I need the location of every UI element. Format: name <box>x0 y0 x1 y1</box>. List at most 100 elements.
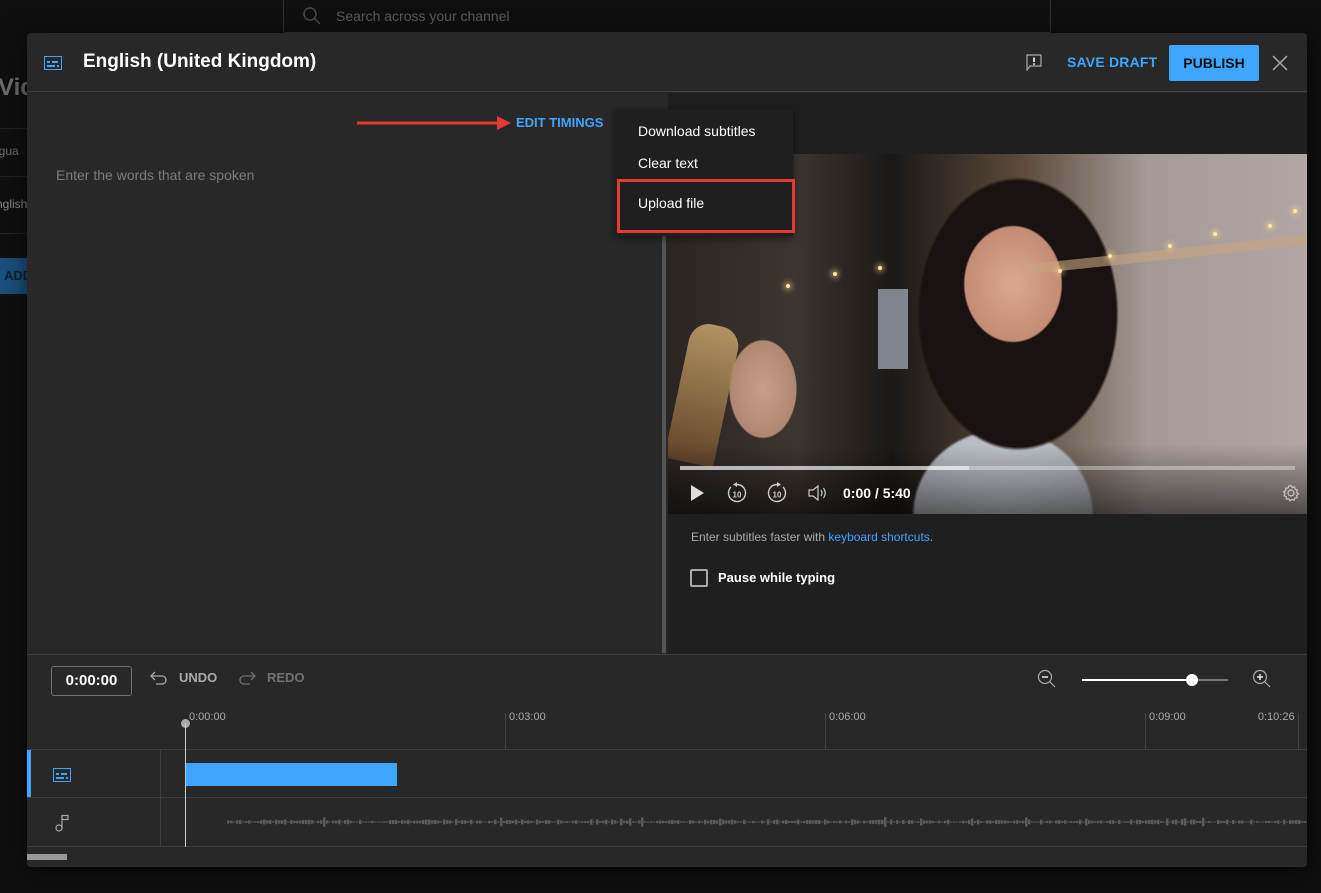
publish-button[interactable]: PUBLISH <box>1169 45 1259 81</box>
zoom-slider-thumb[interactable] <box>1185 674 1198 686</box>
hint-text: Enter subtitles faster with <box>691 530 829 544</box>
save-draft-button[interactable]: SAVE DRAFT <box>1059 47 1165 77</box>
waveform-bar <box>812 820 815 824</box>
waveform-bar <box>770 821 773 823</box>
timeline-zoom-slider[interactable] <box>1082 674 1228 686</box>
waveform-bar <box>302 820 305 824</box>
waveform-bar <box>362 821 365 823</box>
waveform-bar <box>902 819 905 825</box>
subtitle-track[interactable] <box>27 749 1307 798</box>
waveform-bar <box>446 820 449 824</box>
rewind-10-button[interactable]: 10 <box>724 481 750 505</box>
waveform-bar <box>818 820 821 824</box>
play-button[interactable] <box>686 481 708 505</box>
waveform-bar <box>437 820 440 824</box>
waveform-bar <box>1115 821 1118 823</box>
waveform-bar <box>701 821 704 823</box>
waveform-bar <box>587 821 590 823</box>
waveform-bar <box>248 820 251 824</box>
waveform-bar <box>323 817 326 827</box>
waveform-bar <box>335 820 338 824</box>
waveform-bar <box>1196 820 1199 824</box>
current-time-field[interactable]: 0:00:00 <box>51 666 132 696</box>
waveform-bar <box>668 820 671 824</box>
waveform-bar <box>914 821 917 823</box>
waveform-bar <box>1118 819 1121 825</box>
waveform-bar <box>953 821 956 823</box>
pane-resize-handle[interactable] <box>662 228 666 653</box>
feedback-icon[interactable] <box>1026 54 1042 71</box>
play-icon <box>691 485 704 501</box>
waveform-bar <box>956 821 959 823</box>
waveform-bar <box>1007 820 1010 824</box>
waveform-bar <box>1067 821 1070 823</box>
waveform-bar <box>599 821 602 823</box>
waveform-bar <box>1205 821 1208 823</box>
waveform-bar <box>1130 819 1133 825</box>
waveform-bar <box>521 819 524 825</box>
waveform-bar <box>257 821 260 823</box>
waveform-bar <box>1160 821 1163 823</box>
close-icon[interactable] <box>1270 53 1290 73</box>
waveform-bar <box>1223 820 1226 824</box>
waveform-bar <box>260 820 263 824</box>
keyboard-shortcuts-link[interactable]: keyboard shortcuts <box>828 530 929 544</box>
waveform-bar <box>1058 820 1061 824</box>
zoom-in-icon[interactable] <box>1252 669 1272 689</box>
waveform-bar <box>719 818 722 826</box>
waveform-bar <box>1040 819 1043 825</box>
waveform-bar <box>602 820 605 824</box>
waveform-bar <box>1106 821 1109 823</box>
timeline-tick <box>1297 713 1299 749</box>
channel-search-bar[interactable]: Search across your channel <box>283 0 1051 33</box>
undo-button[interactable]: UNDO <box>149 669 217 685</box>
forward-10-button[interactable]: 10 <box>764 481 790 505</box>
menu-item-download-subtitles[interactable]: Download subtitles <box>615 115 793 147</box>
zoom-out-icon[interactable] <box>1037 669 1057 689</box>
waveform-bar <box>743 819 746 825</box>
player-settings-button[interactable] <box>1280 481 1302 505</box>
transcript-input[interactable] <box>56 167 636 567</box>
timeline-horizontal-scrollbar[interactable] <box>27 854 67 860</box>
waveform-bar <box>584 821 587 823</box>
waveform-bar <box>311 820 314 824</box>
timeline-ruler[interactable]: 0:00:00 0:03:00 0:06:00 0:09:00 0:10:26 <box>27 701 1307 749</box>
waveform-bar <box>1166 818 1169 826</box>
waveform-bar <box>1037 821 1040 823</box>
waveform-bar <box>965 821 968 823</box>
background-divider <box>0 176 30 177</box>
waveform-bar <box>239 819 242 825</box>
waveform-bar <box>776 819 779 825</box>
video-time-display: 0:00 / 5:40 <box>843 485 911 501</box>
waveform-bar <box>245 821 248 823</box>
video-progress-bar[interactable] <box>680 466 1295 470</box>
waveform-bar <box>1031 821 1034 823</box>
waveform-bar <box>1238 820 1241 824</box>
waveform-bar <box>401 820 404 824</box>
subtitle-block[interactable] <box>185 763 397 786</box>
redo-button[interactable]: REDO <box>237 669 305 685</box>
waveform-bar <box>851 819 854 825</box>
waveform-bar <box>263 819 266 825</box>
waveform-bar <box>575 820 578 824</box>
waveform-bar <box>542 821 545 823</box>
waveform-bar <box>506 820 509 824</box>
waveform-bar <box>1088 820 1091 824</box>
waveform-bar <box>371 820 374 824</box>
waveform-bar <box>629 818 632 826</box>
menu-item-clear-text[interactable]: Clear text <box>615 147 793 179</box>
edit-timings-button[interactable]: EDIT TIMINGS <box>516 115 603 130</box>
waveform-bar <box>833 820 836 824</box>
waveform-bar <box>1250 819 1253 825</box>
volume-button[interactable] <box>806 481 830 505</box>
waveform-bar <box>476 820 479 824</box>
pause-while-typing-label[interactable]: Pause while typing <box>718 570 835 585</box>
waveform-bar <box>1151 819 1154 825</box>
waveform-bar <box>383 821 386 823</box>
waveform-bar <box>779 821 782 823</box>
playhead[interactable] <box>185 723 186 847</box>
pause-while-typing-checkbox[interactable] <box>690 569 708 587</box>
waveform-bar <box>1286 821 1289 823</box>
rewind-10-icon: 10 <box>727 482 747 503</box>
waveform-bar <box>578 821 581 823</box>
